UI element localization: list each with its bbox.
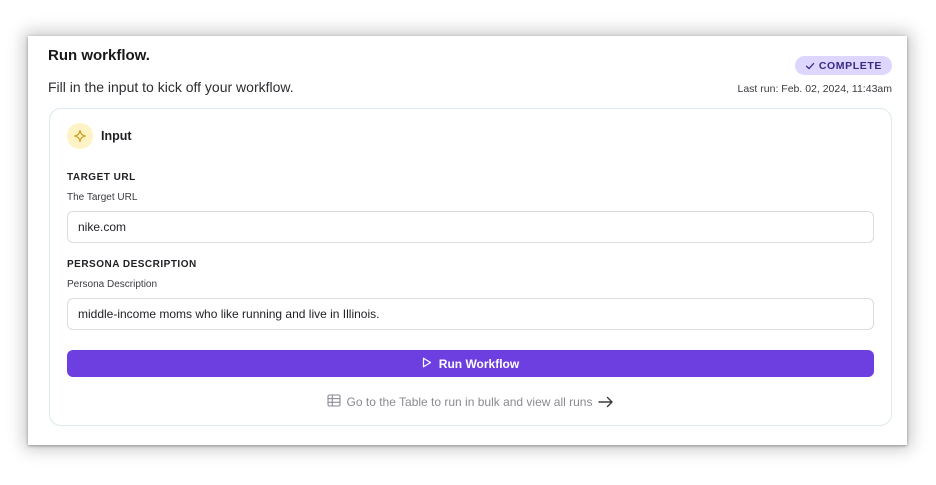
play-icon bbox=[422, 357, 432, 371]
persona-description-description: Persona Description bbox=[67, 279, 158, 290]
persona-description-label: PERSONA DESCRIPTION bbox=[67, 259, 197, 270]
check-icon bbox=[805, 61, 815, 71]
run-workflow-label: Run Workflow bbox=[438, 356, 520, 371]
go-to-table-label: Go to the Table to run in bulk and view … bbox=[346, 395, 593, 409]
input-panel-header: Input bbox=[67, 123, 132, 149]
go-to-table-link[interactable]: Go to the Table to run in bulk and view … bbox=[50, 394, 891, 410]
arrow-right-icon bbox=[598, 396, 614, 408]
run-workflow-button[interactable]: Run Workflow bbox=[67, 350, 874, 377]
target-url-input[interactable] bbox=[67, 211, 874, 243]
target-url-description: The Target URL bbox=[67, 192, 138, 203]
input-panel-title: Input bbox=[101, 129, 132, 143]
status-badge: COMPLETE bbox=[794, 56, 892, 75]
page-title: Run workflow. bbox=[48, 47, 150, 64]
workflow-card: Run workflow. Fill in the input to kick … bbox=[28, 36, 907, 445]
input-panel: Input TARGET URL The Target URL PERSONA … bbox=[49, 108, 892, 426]
page-subtitle: Fill in the input to kick off your workf… bbox=[48, 79, 294, 95]
sparkle-icon bbox=[67, 123, 93, 149]
persona-description-input[interactable] bbox=[67, 298, 874, 330]
table-icon bbox=[326, 394, 341, 410]
target-url-label: TARGET URL bbox=[67, 172, 136, 183]
status-badge-label: COMPLETE bbox=[818, 59, 882, 72]
last-run-timestamp: Last run: Feb. 02, 2024, 11:43am bbox=[737, 83, 893, 95]
